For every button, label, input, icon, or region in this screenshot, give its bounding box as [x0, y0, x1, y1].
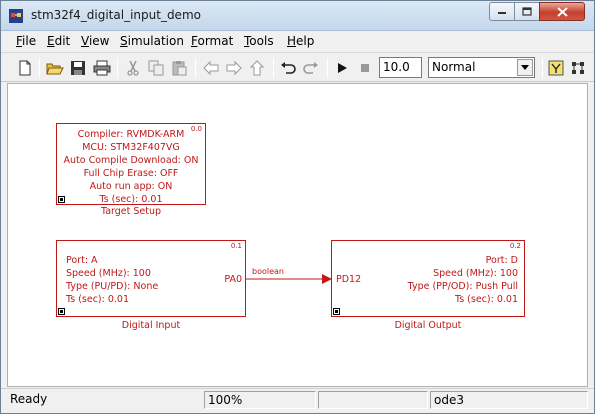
block-param: Speed (MHz): 100: [66, 268, 151, 279]
arrow-up-icon: [250, 60, 264, 76]
block-caption: Digital Input: [121, 320, 181, 331]
block-param: Auto Compile Download: ON: [63, 155, 199, 166]
output-port-label: PA0: [224, 274, 242, 285]
digital-output-block[interactable]: 0.2 PD12 Port: D Speed (MHz): 100 Type (…: [331, 240, 525, 317]
redo-icon: [303, 62, 318, 74]
menu-view[interactable]: View: [81, 34, 109, 48]
status-bar: Ready 100% ode3: [1, 388, 594, 413]
new-model-button[interactable]: [15, 58, 35, 78]
block-param: Ts (sec): 0.01: [99, 194, 163, 205]
library-browser-button[interactable]: [568, 58, 588, 78]
title-bar[interactable]: stm32f4_digital_input_demo: [1, 1, 594, 31]
maximize-icon: [522, 7, 532, 16]
copy-button[interactable]: [146, 58, 166, 78]
block-caption: Digital Output: [394, 320, 462, 331]
block-index: 0.2: [509, 242, 521, 250]
menu-tools[interactable]: Tools: [244, 34, 274, 48]
toolbar-separator: [542, 58, 543, 78]
solver-name: ode3: [430, 391, 588, 409]
close-button[interactable]: [539, 2, 585, 21]
digital-input-block[interactable]: 0.1 Port: A Speed (MHz): 100 Type (PU/PD…: [56, 240, 246, 317]
input-port-label: PD12: [336, 274, 362, 285]
block-caption: Target Setup: [100, 206, 162, 217]
toolbar-separator: [117, 58, 118, 78]
link-arrow-icon: [58, 308, 65, 315]
chevron-down-icon: [521, 65, 529, 70]
forward-button[interactable]: [224, 58, 244, 78]
model-explorer-button[interactable]: [546, 58, 566, 78]
model-icon: [8, 8, 24, 24]
toolbar-separator: [273, 58, 274, 78]
up-button[interactable]: [247, 58, 267, 78]
library-icon: [572, 62, 584, 74]
minimize-icon: [498, 11, 506, 14]
explorer-icon: [548, 60, 564, 76]
menu-simulation[interactable]: Simulation: [120, 34, 184, 48]
undo-button[interactable]: [278, 58, 298, 78]
arrow-right-icon: [226, 61, 242, 75]
status-text: Ready: [10, 392, 48, 406]
start-simulation-button[interactable]: [332, 58, 352, 78]
block-param: Port: D: [485, 255, 518, 266]
new-file-icon: [19, 60, 31, 76]
block-param: MCU: STM32F407VG: [82, 142, 180, 153]
block-param: Ts (sec): 0.01: [454, 294, 518, 305]
toolbar-separator: [195, 58, 196, 78]
block-param: Speed (MHz): 100: [433, 268, 518, 279]
block-index: 0.1: [230, 242, 242, 250]
model-canvas[interactable]: 0.0 Compiler: RVMDK-ARM MCU: STM32F407VG…: [7, 83, 588, 387]
cut-button[interactable]: [123, 58, 143, 78]
menu-help[interactable]: Help: [287, 34, 314, 48]
zoom-level: 100%: [204, 391, 316, 409]
block-param: Auto run app: ON: [89, 181, 173, 192]
menu-format[interactable]: Format: [191, 34, 233, 48]
stop-time-input[interactable]: 10.0: [379, 57, 422, 78]
link-arrow-icon: [58, 196, 65, 203]
block-param: Full Chip Erase: OFF: [83, 168, 179, 179]
close-icon: [556, 6, 568, 17]
minimize-button[interactable]: [489, 2, 515, 21]
redo-button[interactable]: [301, 58, 321, 78]
toolbar: 10.0 Normal: [1, 52, 594, 82]
menu-bar: File Edit View Simulation Format Tools H…: [1, 32, 594, 51]
open-folder-icon: [46, 63, 64, 75]
stop-simulation-button[interactable]: [355, 58, 375, 78]
block-param: Type (PU/PD): None: [66, 281, 159, 292]
paste-icon: [172, 61, 187, 76]
stop-icon: [361, 64, 369, 72]
play-icon: [338, 63, 347, 73]
print-button[interactable]: [92, 58, 112, 78]
simulation-mode-value: Normal: [432, 60, 476, 74]
block-param: Ts (sec): 0.01: [66, 294, 130, 305]
save-icon: [71, 61, 85, 75]
signal-label: boolean: [252, 267, 284, 276]
app-window: stm32f4_digital_input_demo File Edit Vie…: [0, 0, 595, 414]
link-arrow-icon: [333, 308, 340, 315]
target-setup-block[interactable]: 0.0 Compiler: RVMDK-ARM MCU: STM32F407VG…: [56, 123, 206, 205]
block-param: Compiler: RVMDK-ARM: [77, 129, 185, 140]
dropdown-button[interactable]: [517, 59, 533, 76]
maximize-button[interactable]: [514, 2, 540, 21]
back-button[interactable]: [201, 58, 221, 78]
paste-button[interactable]: [169, 58, 189, 78]
scissors-icon: [127, 60, 139, 76]
block-param: Port: A: [66, 255, 98, 266]
menu-file[interactable]: File: [16, 34, 36, 48]
save-button[interactable]: [68, 58, 88, 78]
status-empty: [318, 391, 428, 409]
print-icon: [93, 60, 111, 76]
toolbar-separator: [327, 58, 328, 78]
open-button[interactable]: [45, 58, 65, 78]
undo-icon: [281, 62, 296, 74]
menu-edit[interactable]: Edit: [47, 34, 70, 48]
arrow-left-icon: [203, 61, 219, 75]
simulation-mode-select[interactable]: Normal: [428, 57, 535, 78]
block-param: Type (PP/OD): Push Pull: [407, 281, 518, 292]
window-title: stm32f4_digital_input_demo: [31, 8, 201, 22]
toolbar-separator: [39, 58, 40, 78]
copy-icon: [148, 60, 164, 76]
